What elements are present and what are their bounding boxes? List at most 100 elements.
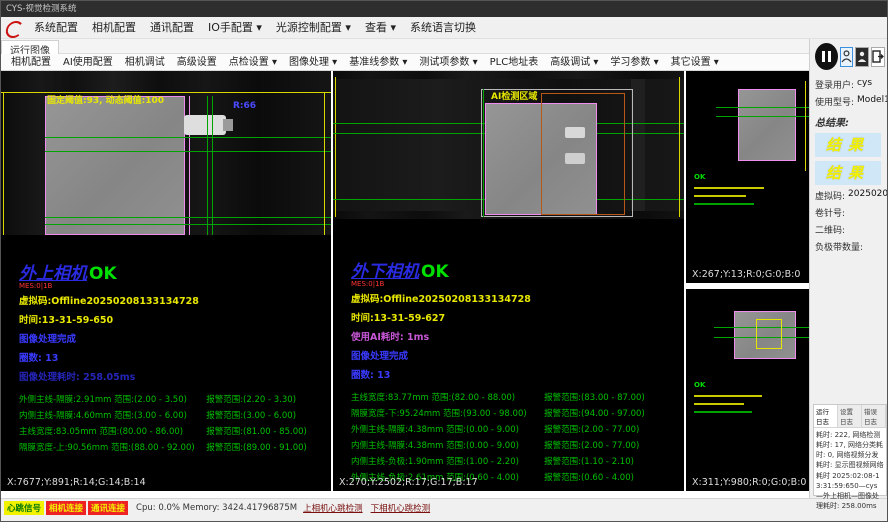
toolbar-items: 相机配置AI使用配置相机调试高级设置点检设置 ▾图像处理 ▾基准线参数 ▾测试项… [5,54,725,71]
log-text: 耗时: 222, 网络检测耗时: 17, 网络分类耗时: 0, 网络视频分发耗时… [814,428,886,513]
exit-button[interactable] [871,47,885,67]
status-badge: 心跳信号 [4,501,44,515]
title-bar: CYS-视觉检测系统 [1,1,887,17]
pixel-overlay: R:66 [233,101,256,111]
field-label: 二维码: [815,223,845,236]
menu-item[interactable]: 查看 ▾ [358,17,403,39]
measurement-alarm: 报警范围:(2.00 - 77.00) [544,423,684,435]
measurement-alarm: 报警范围:(0.60 - 4.00) [544,471,684,483]
field-label: 虚拟码: [815,189,845,202]
camera-image-upper[interactable]: 固定阈值:93, 动态阈值:100 R:66 [1,71,331,235]
menu-item[interactable]: 系统语言切换 [403,17,483,39]
measurement-row: 隔膜宽度-下:95.24mm 范围:(93.00 - 98.00) 报警范围:(… [351,405,684,421]
measure-line [45,137,331,138]
preview-column: OK X:267;Y:13;R:0;G:0;B:0 OK [686,71,809,491]
sidebar-fields: 虚拟码: 20250208 卷针号: 二维码: 负极带数量: [815,189,885,253]
toolbar-button[interactable]: 其它设置 ▾ [665,54,725,71]
preview-status: OK [694,173,705,181]
measure-line [716,107,809,108]
log-tab[interactable]: 运行日志 [814,405,838,427]
log-tab[interactable]: 错误日志 [862,405,886,427]
measurement-row: 内侧主线-隔膜:4.38mm 范围:(0.00 - 9.00) 报警范围:(2.… [351,437,684,453]
workpiece-region [45,96,185,235]
login-user-label: 登录用户: [815,78,854,91]
preview-roi [756,319,782,349]
measurement-alarm: 报警范围:(2.00 - 77.00) [544,439,684,451]
measurement-value: 外侧主线-隔膜:2.91mm 范围:(2.00 - 3.50) [19,393,206,405]
measurement-value: 内侧主线-隔膜:4.38mm 范围:(0.00 - 9.00) [351,439,544,451]
user-login-button[interactable] [840,47,854,67]
preview-coords-2: X:311;Y:980;R:0;G:0;B:0 [692,477,806,488]
process-done-text: 图像处理完成 [19,331,331,345]
result-boxes: 结果结果 [815,133,885,185]
measurement-row: 外侧主线-隔膜:2.91mm 范围:(2.00 - 3.50) 报警范围:(2.… [19,391,331,407]
menu-item[interactable]: IO手配置 ▾ [201,17,269,39]
frame-count-text: 圈数: 13 [19,350,331,364]
time-text: 时间:13-31-59-627 [351,310,684,324]
measurement-row: 内侧主线-隔膜:4.60mm 范围:(3.00 - 6.00) 报警范围:(3.… [19,407,331,423]
upper-camera-heartbeat-link[interactable]: 上相机心跳检测 [303,502,363,514]
measurement-alarm: 报警范围:(81.00 - 85.00) [206,425,331,437]
preview-text-bar [694,403,744,405]
menu-item[interactable]: 光源控制配置 ▾ [269,17,358,39]
measure-line [45,151,331,152]
field-label: 负极带数量: [815,240,863,253]
control-buttons [815,43,885,70]
edge-line-left [3,92,4,235]
toolbar-button[interactable]: 高级设置 [171,54,223,71]
toolbar-button[interactable]: 测试项参数 ▾ [413,54,483,71]
toolbar-button[interactable]: 学习参数 ▾ [604,54,664,71]
toolbar-button[interactable]: AI使用配置 [57,54,119,71]
measurement-row: 外侧主线-隔膜:4.38mm 范围:(0.00 - 9.00) 报警范围:(2.… [351,421,684,437]
user-icon [841,50,852,63]
measurement-value: 隔膜宽度-下:95.24mm 范围:(93.00 - 98.00) [351,407,544,419]
toolbar-button[interactable]: 相机调试 [119,54,171,71]
bright-feature [565,153,585,164]
camera-name: 外上相机 [19,264,87,284]
log-panel: 运行日志设置日志错误日志 耗时: 222, 网络检测耗时: 17, 网络分类耗时… [813,404,887,496]
log-tab[interactable]: 设置日志 [838,405,862,427]
measurement-value: 内侧主线-负极:1.90mm 范围:(1.00 - 2.20) [351,455,544,467]
measurement-alarm: 报警范围:(94.00 - 97.00) [544,407,684,419]
toolbar-button[interactable]: 点检设置 ▾ [223,54,283,71]
measurement-value: 主线宽度:83.77mm 范围:(82.00 - 88.00) [351,391,544,403]
operator-button[interactable] [855,47,869,67]
toolbar-button[interactable]: 图像处理 ▾ [283,54,343,71]
preview-text-bar [694,203,754,205]
camera-image-lower[interactable]: AI检测区域 [333,71,684,219]
main-column: 运行图像 相机配置AI使用配置相机调试高级设置点检设置 ▾图像处理 ▾基准线参数… [1,39,809,498]
result-box: 结果 [815,133,881,157]
pause-button[interactable] [815,43,838,70]
menu-item[interactable]: 相机配置 [85,17,143,39]
toolbar-button[interactable]: PLC地址表 [484,54,545,71]
lower-camera-heartbeat-link[interactable]: 下相机心跳检测 [371,502,431,514]
preview-panel-1[interactable]: OK X:267;Y:13;R:0;G:0;B:0 [686,71,809,283]
toolbar-button[interactable]: 基准线参数 ▾ [343,54,413,71]
measurement-alarm: 报警范围:(3.00 - 6.00) [206,409,331,421]
measurement-alarm: 报警范围:(1.10 - 2.10) [544,455,684,467]
measure-line [45,217,331,218]
login-user-value: cys [857,78,872,91]
camera-panel-upper: 固定阈值:93, 动态阈值:100 R:66 外上相机OK MES:0|1B 虚… [1,71,331,491]
status-bar: 心跳信号相机连接通讯连接 Cpu: 0.0% Memory: 3424.4179… [1,498,887,516]
measurement-alarm: 报警范围:(89.00 - 91.00) [206,441,331,453]
log-tabs: 运行日志设置日志错误日志 [814,405,886,428]
edge-line-right [679,77,680,217]
sidebar-field: 虚拟码: 20250208 [815,189,885,202]
measurement-value: 隔膜宽度-上:90.56mm 范围:(88.00 - 92.00) [19,441,206,453]
field-label: 卷针号: [815,206,845,219]
menu-item[interactable]: 系统配置 [27,17,85,39]
person-icon [857,51,867,63]
camera-result-text: 外下相机OK MES:0|1B 虚拟码:Offline2025020813313… [333,219,684,381]
preview-panel-2[interactable]: OK X:311;Y:980;R:0;G:0;B:0 [686,289,809,491]
measure-line-vertical [483,89,484,217]
ai-region-label: AI检测区域 [491,89,537,102]
menu-item[interactable]: 通讯配置 [143,17,201,39]
window-title: CYS-视觉检测系统 [6,4,76,14]
camera-status: OK [89,264,117,284]
toolbar-button[interactable]: 高级调试 ▾ [544,54,604,71]
camera-status: OK [421,262,449,282]
measure-line-vertical [207,96,208,235]
status-badges: 心跳信号相机连接通讯连接 [4,501,130,515]
toolbar-button[interactable]: 相机配置 [5,54,57,71]
